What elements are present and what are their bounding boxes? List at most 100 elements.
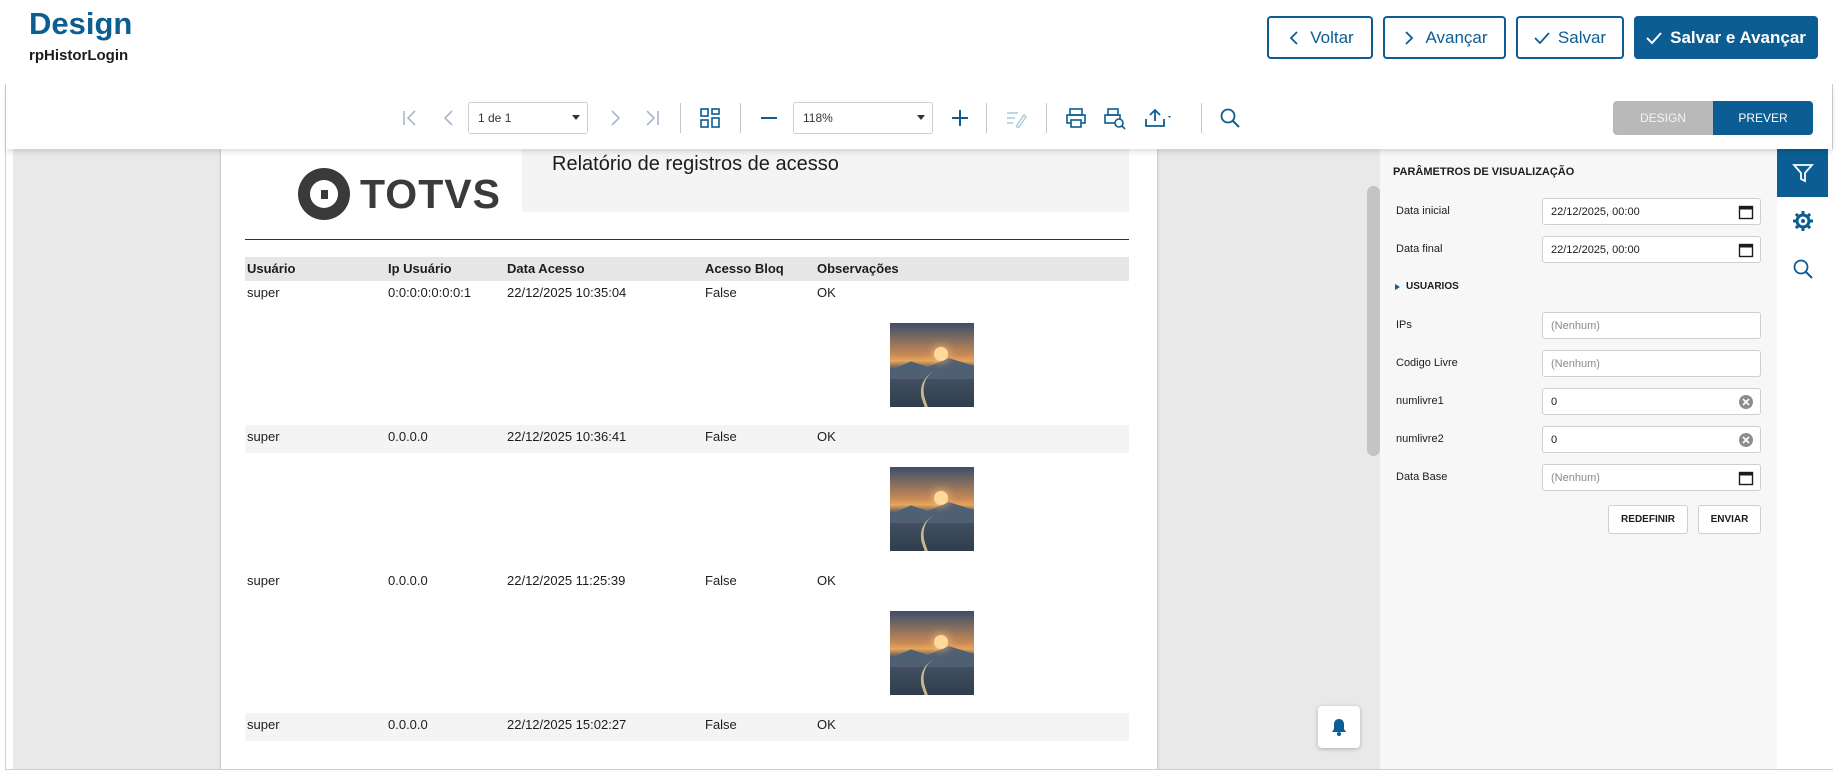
table-cell: OK <box>817 285 836 300</box>
table-cell: OK <box>817 717 836 732</box>
column-header: Ip Usuário <box>388 261 452 276</box>
calendar-icon[interactable] <box>1738 242 1754 258</box>
numlivre2-field[interactable]: 0 <box>1542 426 1761 453</box>
toolbar-divider <box>1201 103 1202 133</box>
column-header: Observações <box>817 261 899 276</box>
table-cell: super <box>247 429 280 444</box>
table-cell: False <box>705 717 737 732</box>
edit-fields-icon[interactable] <box>1001 103 1031 133</box>
chevron-down-icon <box>572 115 580 120</box>
table-cell: 0.0.0.0 <box>388 717 428 732</box>
landscape-image <box>890 611 974 695</box>
usuarios-section-toggle[interactable]: USUARIOS <box>1395 281 1459 292</box>
table-cell: 22/12/2025 10:36:41 <box>507 429 627 444</box>
data-base-label: Data Base <box>1396 471 1448 483</box>
report-page: TOTVS Relatório de registros de acesso U… <box>221 149 1157 769</box>
table-cell: OK <box>817 573 836 588</box>
toolbar-divider <box>680 103 681 133</box>
report-title: Relatório de registros de acesso <box>552 153 839 175</box>
page-select[interactable]: 1 de 1 <box>468 102 588 134</box>
numlivre1-field[interactable]: 0 <box>1542 388 1761 415</box>
toolbar-divider <box>986 103 987 133</box>
print-preview-icon[interactable] <box>1099 103 1129 133</box>
mode-toggle: DESIGN PREVER <box>1613 101 1813 135</box>
previous-page-icon[interactable] <box>434 103 464 133</box>
zoom-select[interactable]: 118% <box>793 102 933 134</box>
salvar-label: Salvar <box>1557 27 1607 47</box>
usuarios-section-label: USUARIOS <box>1406 281 1459 292</box>
table-cell: 22/12/2025 10:35:04 <box>507 285 627 300</box>
data-inicial-value: 22/12/2025, 00:00 <box>1551 205 1640 218</box>
notification-button[interactable] <box>1318 706 1360 748</box>
parameters-panel: PARÂMETROS DE VISUALIZAÇÃO Data inicial … <box>1380 149 1777 769</box>
salvar-avancar-button[interactable]: Salvar e Avançar <box>1634 16 1818 59</box>
salvar-avancar-label: Salvar e Avançar <box>1670 27 1806 47</box>
last-page-icon[interactable] <box>637 103 667 133</box>
report-viewer: TOTVS Relatório de registros de acesso U… <box>13 149 1380 769</box>
numlivre2-label: numlivre2 <box>1396 433 1444 445</box>
thumbnails-icon[interactable] <box>695 103 725 133</box>
clear-icon[interactable] <box>1738 432 1754 448</box>
first-page-icon[interactable] <box>395 103 425 133</box>
table-cell: 22/12/2025 15:02:27 <box>507 717 627 732</box>
table-cell: OK <box>817 429 836 444</box>
ips-placeholder: (Nenhum) <box>1551 319 1600 332</box>
table-cell: False <box>705 285 737 300</box>
table-cell: 22/12/2025 11:25:39 <box>507 573 626 588</box>
numlivre2-value: 0 <box>1551 433 1558 446</box>
filter-tab[interactable] <box>1777 149 1828 197</box>
logo-text: TOTVS <box>360 170 501 217</box>
avancar-button[interactable]: Avançar <box>1383 16 1506 59</box>
enviar-button[interactable]: ENVIAR <box>1698 505 1761 534</box>
tab-prever[interactable]: PREVER <box>1713 101 1813 135</box>
chevron-right-icon <box>1405 30 1414 45</box>
table-row: super 0:0:0:0:0:0:0:1 22/12/2025 10:35:0… <box>245 281 1129 309</box>
data-base-placeholder: (Nenhum) <box>1551 471 1600 484</box>
redefinir-button[interactable]: REDEFINIR <box>1608 505 1688 534</box>
export-icon[interactable] <box>1137 103 1179 133</box>
calendar-icon[interactable] <box>1738 470 1754 486</box>
ips-label: IPs <box>1396 319 1412 331</box>
table-cell: 0:0:0:0:0:0:0:1 <box>388 285 472 300</box>
zoom-select-value: 118% <box>803 111 833 125</box>
zoom-out-icon[interactable] <box>754 103 784 133</box>
toolbar-divider <box>740 103 741 133</box>
app-header: Design rpHistorLogin Voltar Avançar Salv… <box>0 0 1836 84</box>
gear-icon <box>1792 211 1813 231</box>
salvar-button[interactable]: Salvar <box>1516 16 1624 59</box>
tab-design[interactable]: DESIGN <box>1613 101 1713 135</box>
report-name: rpHistorLogin <box>29 47 129 64</box>
table-row: super 0.0.0.0 22/12/2025 10:36:41 False … <box>245 425 1129 453</box>
voltar-button[interactable]: Voltar <box>1267 16 1373 59</box>
settings-tab[interactable] <box>1777 197 1828 245</box>
check-icon <box>1646 31 1662 44</box>
table-row: super 0.0.0.0 22/12/2025 15:02:27 False … <box>245 713 1129 741</box>
table-cell: 0.0.0.0 <box>388 429 428 444</box>
data-base-field[interactable]: (Nenhum) <box>1542 464 1761 491</box>
bell-icon <box>1332 719 1346 736</box>
data-final-field[interactable]: 22/12/2025, 00:00 <box>1542 236 1761 263</box>
column-header: Data Acesso <box>507 261 585 276</box>
data-inicial-field[interactable]: 22/12/2025, 00:00 <box>1542 198 1761 225</box>
panel-title: PARÂMETROS DE VISUALIZAÇÃO <box>1393 166 1575 178</box>
next-page-icon[interactable] <box>600 103 630 133</box>
numlivre1-label: numlivre1 <box>1396 395 1444 407</box>
clear-icon[interactable] <box>1738 394 1754 410</box>
calendar-icon[interactable] <box>1738 204 1754 220</box>
landscape-image <box>890 467 974 551</box>
codigo-livre-field[interactable]: (Nenhum) <box>1542 350 1761 377</box>
table-cell: super <box>247 573 280 588</box>
column-header: Usuário <box>247 261 296 276</box>
ips-field[interactable]: (Nenhum) <box>1542 312 1761 339</box>
caret-right-icon <box>1395 283 1400 290</box>
search-icon <box>1793 259 1813 279</box>
search-tab[interactable] <box>1777 245 1828 293</box>
print-icon[interactable] <box>1061 103 1091 133</box>
vertical-scrollbar[interactable] <box>1367 186 1380 456</box>
zoom-in-icon[interactable] <box>945 103 975 133</box>
side-rail <box>1777 149 1833 769</box>
landscape-image <box>890 323 974 407</box>
search-icon[interactable] <box>1215 103 1245 133</box>
table-header: Usuário Ip Usuário Data Acesso Acesso Bl… <box>245 257 1129 281</box>
chevron-down-icon <box>917 115 925 120</box>
